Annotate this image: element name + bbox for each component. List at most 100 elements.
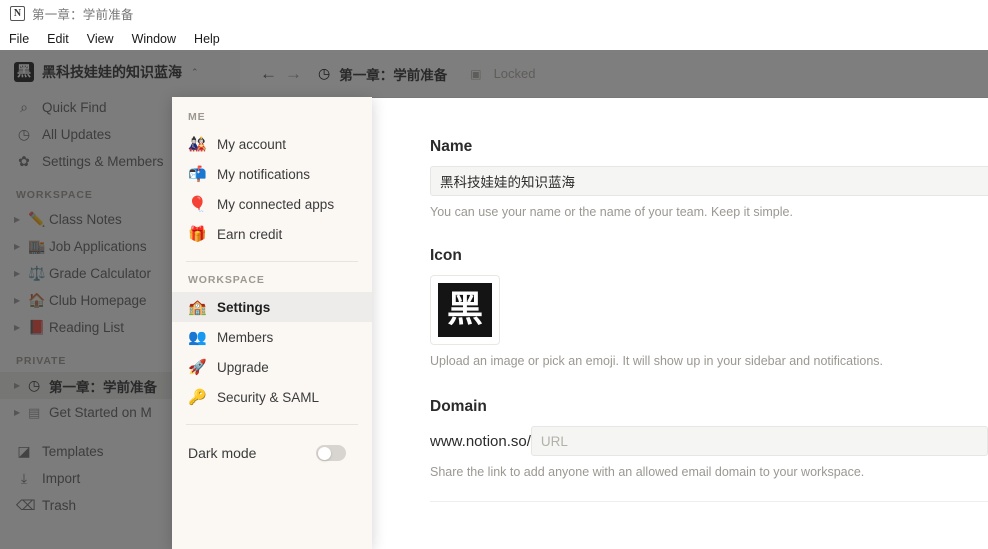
workspace-icon-picker[interactable]: 黑 xyxy=(430,275,500,345)
chevron-right-icon[interactable]: ▶ xyxy=(14,242,28,251)
sidebar-item-label: Import xyxy=(42,471,81,486)
toggle-knob xyxy=(317,446,331,460)
application-menubar: File Edit View Window Help xyxy=(0,27,988,50)
workspace-name: 黑科技娃娃的知识蓝海 xyxy=(42,64,182,80)
sidebar-page-label: Class Notes xyxy=(49,212,122,227)
sidebar-page-label: Grade Calculator xyxy=(49,266,152,281)
section-divider xyxy=(430,501,988,502)
menubar-item-edit[interactable]: Edit xyxy=(47,32,69,46)
sidebar-item-label: Quick Find xyxy=(42,100,107,115)
mailbox-icon: 📬 xyxy=(188,165,207,183)
key-icon: 🔑 xyxy=(188,388,207,406)
closed-book-icon: 📕 xyxy=(28,319,46,336)
house-icon: 🏠 xyxy=(28,292,46,309)
dark-mode-toggle[interactable] xyxy=(316,445,346,461)
menu-item-settings[interactable]: 🏫 Settings xyxy=(172,292,372,322)
sidebar-item-label: Templates xyxy=(42,444,104,459)
department-store-icon: 🏬 xyxy=(28,238,46,255)
menu-item-label: Members xyxy=(217,329,274,345)
menu-item-label: Security & SAML xyxy=(217,389,320,405)
chevron-right-icon[interactable]: ▶ xyxy=(14,215,28,224)
chevron-right-icon[interactable]: ▶ xyxy=(14,381,28,390)
name-field-help: You can use your name or the name of you… xyxy=(430,205,793,219)
domain-url-input[interactable]: URL xyxy=(530,426,988,456)
domain-prefix-label: www.notion.so/ xyxy=(430,432,531,450)
breadcrumb-page-title[interactable]: 第一章：学前准备 xyxy=(339,64,447,84)
locked-status-label: Locked xyxy=(493,66,536,81)
chevron-right-icon[interactable]: ▶ xyxy=(14,269,28,278)
page-topbar: ← → ◷ 第一章：学前准备 ▣ Locked xyxy=(240,50,988,98)
domain-field-title: Domain xyxy=(430,398,487,415)
menu-section-workspace: WORKSPACE xyxy=(188,274,265,286)
clock-icon: ◷ xyxy=(17,126,31,142)
chevron-right-icon[interactable]: ▶ xyxy=(14,323,28,332)
window-titlebar: N 第一章：学前准备 xyxy=(0,0,988,27)
back-arrow-icon[interactable]: ← xyxy=(260,64,277,84)
import-icon: ⤓ xyxy=(20,470,28,486)
icon-field-group: Icon 黑 Upload an image or pick an emoji.… xyxy=(430,247,988,368)
menu-item-upgrade[interactable]: 🚀 Upgrade xyxy=(172,352,372,382)
workspace-switcher[interactable]: 黑 黑科技娃娃的知识蓝海 ⌃ xyxy=(0,50,240,94)
templates-icon: ◪ xyxy=(17,443,31,459)
menu-item-my-notifications[interactable]: 📬 My notifications xyxy=(172,159,372,189)
notion-app-window: N 第一章：学前准备 File Edit View Window Help 黑 … xyxy=(0,0,988,549)
trash-icon: ⌫ xyxy=(16,497,36,513)
menu-item-label: My notifications xyxy=(217,166,311,182)
dolls-icon: 🎎 xyxy=(188,135,207,153)
balance-scale-icon: ⚖️ xyxy=(28,265,46,282)
forward-arrow-icon[interactable]: → xyxy=(285,64,302,84)
menu-item-label: My connected apps xyxy=(217,196,335,212)
notion-logo-icon: N xyxy=(10,6,25,21)
people-icon: 👥 xyxy=(188,328,207,346)
gift-icon: 🎁 xyxy=(188,225,207,243)
menu-item-earn-credit[interactable]: 🎁 Earn credit xyxy=(172,219,372,249)
balloon-icon: 🎈 xyxy=(188,195,207,213)
workspace-icon-preview: 黑 xyxy=(438,283,492,337)
chevron-right-icon[interactable]: ▶ xyxy=(14,408,28,417)
sidebar-item-label: All Updates xyxy=(42,127,112,142)
domain-input-row: www.notion.so/ URL xyxy=(430,426,988,456)
icon-field-title: Icon xyxy=(430,247,462,264)
icon-field-help: Upload an image or pick an emoji. It wil… xyxy=(430,354,884,368)
menu-divider xyxy=(186,424,358,425)
window-title: 第一章：学前准备 xyxy=(32,8,134,22)
sidebar-page-label: Club Homepage xyxy=(49,293,147,308)
search-icon: ⌕ xyxy=(20,99,28,115)
menu-item-label: Upgrade xyxy=(217,359,269,375)
sidebar-page-label: 第一章：学前准备 xyxy=(49,379,157,395)
gear-icon: ✿ xyxy=(18,153,30,169)
dark-mode-row[interactable]: Dark mode xyxy=(172,437,372,461)
menubar-item-window[interactable]: Window xyxy=(132,32,176,46)
menu-item-label: Settings xyxy=(217,299,271,315)
clock-icon: ◷ xyxy=(28,377,41,394)
sidebar-item-label: Settings & Members xyxy=(42,154,164,169)
dark-mode-label: Dark mode xyxy=(188,445,257,461)
menu-item-my-connected-apps[interactable]: 🎈 My connected apps xyxy=(172,189,372,219)
workspace-dropdown-menu: ME 🎎 My account 📬 My notifications 🎈 My … xyxy=(172,97,372,549)
menu-item-security-saml[interactable]: 🔑 Security & SAML xyxy=(172,382,372,412)
menu-item-label: Earn credit xyxy=(217,226,283,242)
workspace-icon: 黑 xyxy=(14,62,34,82)
sidebar-page-label: Reading List xyxy=(49,320,125,335)
clock-icon: ◷ xyxy=(318,65,331,81)
menu-item-label: My account xyxy=(217,136,287,152)
menu-item-members[interactable]: 👥 Members xyxy=(172,322,372,352)
menubar-item-file[interactable]: File xyxy=(9,32,29,46)
chevron-right-icon[interactable]: ▶ xyxy=(14,296,28,305)
menubar-item-help[interactable]: Help xyxy=(194,32,220,46)
lock-icon: ▣ xyxy=(470,66,482,81)
rocket-icon: 🚀 xyxy=(188,358,207,376)
school-icon: 🏫 xyxy=(188,298,207,316)
chevron-updown-icon: ⌃ xyxy=(191,66,199,77)
menu-section-me: ME xyxy=(188,111,206,123)
workspace-name-input[interactable]: 黑科技娃娃的知识蓝海 xyxy=(430,166,988,196)
name-field-title: Name xyxy=(430,138,473,155)
domain-field-help: Share the link to add anyone with an all… xyxy=(430,465,865,479)
name-field-group: Name 黑科技娃娃的知识蓝海 You can use your name or… xyxy=(430,138,988,219)
menubar-item-view[interactable]: View xyxy=(87,32,114,46)
menu-item-my-account[interactable]: 🎎 My account xyxy=(172,129,372,159)
sidebar-item-label: Trash xyxy=(42,498,77,513)
document-icon: ▤ xyxy=(28,404,41,420)
domain-field-group: Domain www.notion.so/ URL Share the link… xyxy=(430,398,988,502)
sidebar-page-label: Job Applications xyxy=(49,239,147,254)
